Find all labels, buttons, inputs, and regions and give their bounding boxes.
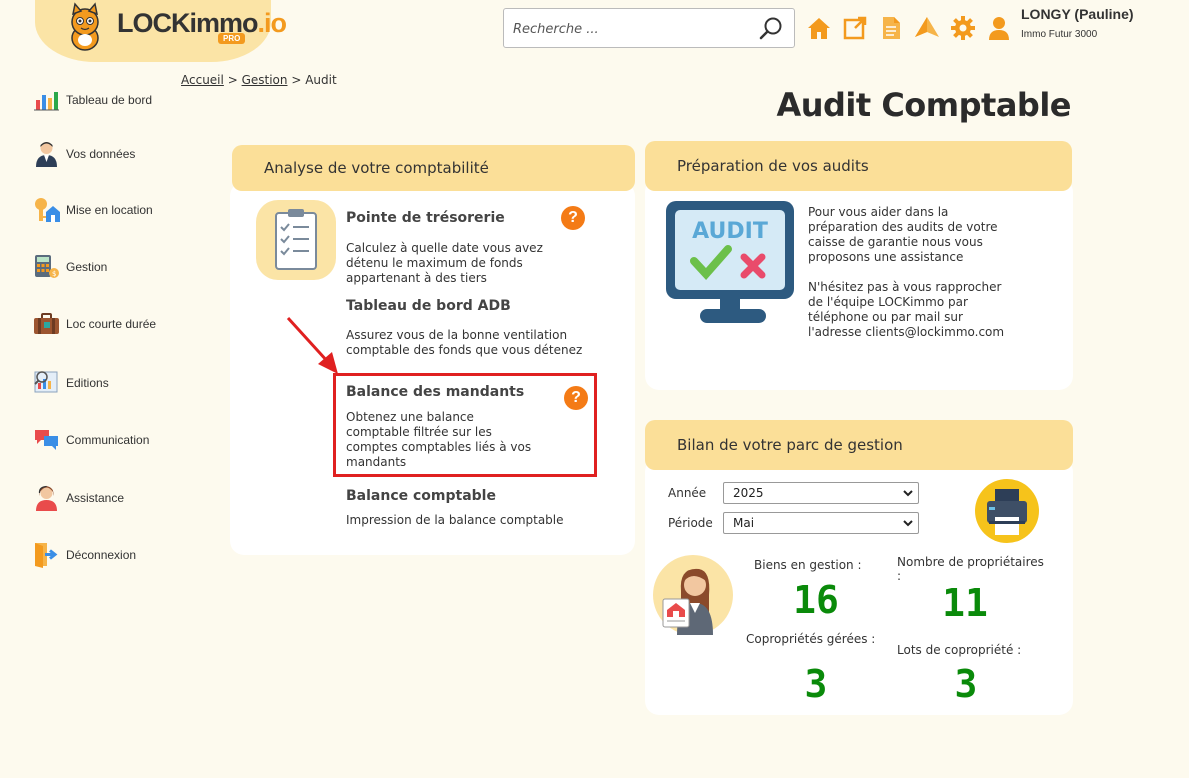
print-icon[interactable] bbox=[975, 479, 1039, 543]
home-icon[interactable] bbox=[806, 14, 832, 42]
sidebar-item-label: Déconnexion bbox=[66, 547, 137, 562]
balance-mandants-description: Obtenez une balance comptable filtrée su… bbox=[346, 410, 532, 469]
user-icon[interactable] bbox=[986, 14, 1012, 42]
breadcrumb-current: Audit bbox=[305, 73, 337, 87]
breadcrumb-gestion-link[interactable]: Gestion bbox=[242, 73, 288, 87]
chevron-down-icon bbox=[903, 520, 913, 527]
search-input[interactable] bbox=[513, 18, 753, 40]
svg-text:AUDIT: AUDIT bbox=[692, 219, 768, 244]
dashboard-icon bbox=[33, 86, 60, 113]
analyse-panel-header: Analyse de votre comptabilité bbox=[232, 145, 635, 191]
sidebar-item-label: Editions bbox=[66, 375, 109, 390]
biens-value: 16 bbox=[793, 578, 839, 622]
sidebar-item-deconnexion[interactable]: Déconnexion bbox=[33, 541, 136, 568]
preparation-intro-text: Pour vous aider dans la préparation des … bbox=[808, 205, 998, 264]
analyse-panel-title: Analyse de votre comptabilité bbox=[264, 159, 489, 177]
sidebar-item-label: Assistance bbox=[66, 490, 125, 505]
help-icon[interactable]: ? bbox=[561, 206, 585, 230]
sidebar-item-label: Gestion bbox=[66, 259, 108, 274]
help-icon[interactable]: ? bbox=[564, 386, 588, 410]
sidebar-item-label: Tableau de bord bbox=[66, 92, 153, 107]
person-icon bbox=[33, 140, 60, 167]
pro-badge: PRO bbox=[218, 33, 246, 44]
sidebar-item-label: Mise en location bbox=[66, 202, 153, 217]
tableau-de-bord-adb-description: Assurez vous de la bonne ventilation com… bbox=[346, 328, 583, 357]
balance-comptable-description: Impression de la balance comptable bbox=[346, 513, 564, 527]
pointe-tresorerie-link[interactable]: Pointe de trésorerie bbox=[346, 210, 505, 226]
proprietaires-label: Nombre de propriétaires : bbox=[897, 555, 1044, 583]
balance-mandants-link[interactable]: Balance des mandants bbox=[346, 384, 524, 400]
bilan-panel-header: Bilan de votre parc de gestion bbox=[645, 420, 1073, 470]
user-agency: Immo Futur 3000 bbox=[1021, 29, 1098, 40]
settings-icon[interactable] bbox=[950, 14, 976, 42]
cat-mascot-icon bbox=[71, 2, 99, 51]
biens-label: Biens en gestion : bbox=[754, 558, 862, 572]
search-box bbox=[503, 8, 795, 48]
tableau-de-bord-adb-link[interactable]: Tableau de bord ADB bbox=[346, 298, 511, 314]
sidebar-item-vos-donnees[interactable]: Vos données bbox=[33, 140, 135, 167]
preparation-panel-title: Préparation de vos audits bbox=[677, 157, 869, 175]
logout-icon bbox=[33, 541, 60, 568]
report-icon bbox=[33, 369, 60, 396]
header-toolbar bbox=[806, 14, 1012, 42]
sidebar-item-assistance[interactable]: Assistance bbox=[33, 484, 124, 511]
preparation-panel-header: Préparation de vos audits bbox=[645, 141, 1072, 191]
agent-avatar-icon bbox=[653, 555, 733, 635]
balance-comptable-link[interactable]: Balance comptable bbox=[346, 488, 496, 504]
key-house-icon bbox=[33, 196, 60, 223]
audit-monitor-icon: AUDIT bbox=[666, 201, 794, 323]
chevron-down-icon bbox=[903, 490, 913, 497]
sidebar-item-label: Vos données bbox=[66, 146, 136, 161]
external-link-icon[interactable] bbox=[842, 14, 868, 42]
sidebar-item-gestion[interactable]: $ Gestion bbox=[33, 253, 107, 280]
bilan-panel-title: Bilan de votre parc de gestion bbox=[677, 436, 903, 454]
page-title: Audit Comptable bbox=[776, 86, 1071, 124]
lots-value: 3 bbox=[954, 662, 978, 706]
coproprietes-label: Copropriétés gérées : bbox=[746, 632, 876, 646]
chat-icon bbox=[33, 426, 60, 453]
annee-label: Année bbox=[668, 486, 707, 500]
sidebar-item-label: Communication bbox=[66, 432, 150, 447]
svg-text:$: $ bbox=[52, 270, 56, 278]
sidebar-item-editions[interactable]: Editions bbox=[33, 369, 109, 396]
pointe-tresorerie-description: Calculez à quelle date vous avez détenu … bbox=[346, 241, 543, 285]
checklist-clipboard-icon bbox=[256, 200, 336, 280]
sidebar-item-tableau-de-bord[interactable]: Tableau de bord bbox=[33, 86, 152, 113]
breadcrumb: Accueil > Gestion > Audit bbox=[181, 73, 337, 87]
support-icon bbox=[33, 484, 60, 511]
notification-icon[interactable] bbox=[914, 14, 940, 42]
sidebar-item-mise-en-location[interactable]: Mise en location bbox=[33, 196, 153, 223]
periode-select[interactable]: Mai bbox=[723, 512, 919, 534]
coproprietes-value: 3 bbox=[804, 662, 828, 706]
red-arrow-annotation bbox=[286, 316, 338, 374]
suitcase-icon bbox=[33, 310, 60, 337]
user-name[interactable]: LONGY (Pauline) bbox=[1021, 6, 1134, 22]
calculator-icon: $ bbox=[33, 253, 60, 280]
periode-label: Période bbox=[668, 516, 713, 530]
sidebar-item-communication[interactable]: Communication bbox=[33, 426, 149, 453]
search-icon[interactable] bbox=[758, 16, 784, 42]
breadcrumb-home-link[interactable]: Accueil bbox=[181, 73, 224, 87]
preparation-contact-text: N'hésitez pas à vous rapprocher de l'équ… bbox=[808, 280, 1005, 339]
annee-select[interactable]: 2025 bbox=[723, 482, 919, 504]
sidebar-item-label: Loc courte durée bbox=[66, 316, 157, 331]
proprietaires-value: 11 bbox=[942, 581, 988, 625]
sidebar-item-loc-courte-duree[interactable]: Loc courte durée bbox=[33, 310, 156, 337]
document-icon[interactable] bbox=[878, 14, 904, 42]
brand-logo[interactable]: LOCKimmo.io bbox=[117, 8, 287, 39]
lots-label: Lots de copropriété : bbox=[897, 643, 1022, 657]
